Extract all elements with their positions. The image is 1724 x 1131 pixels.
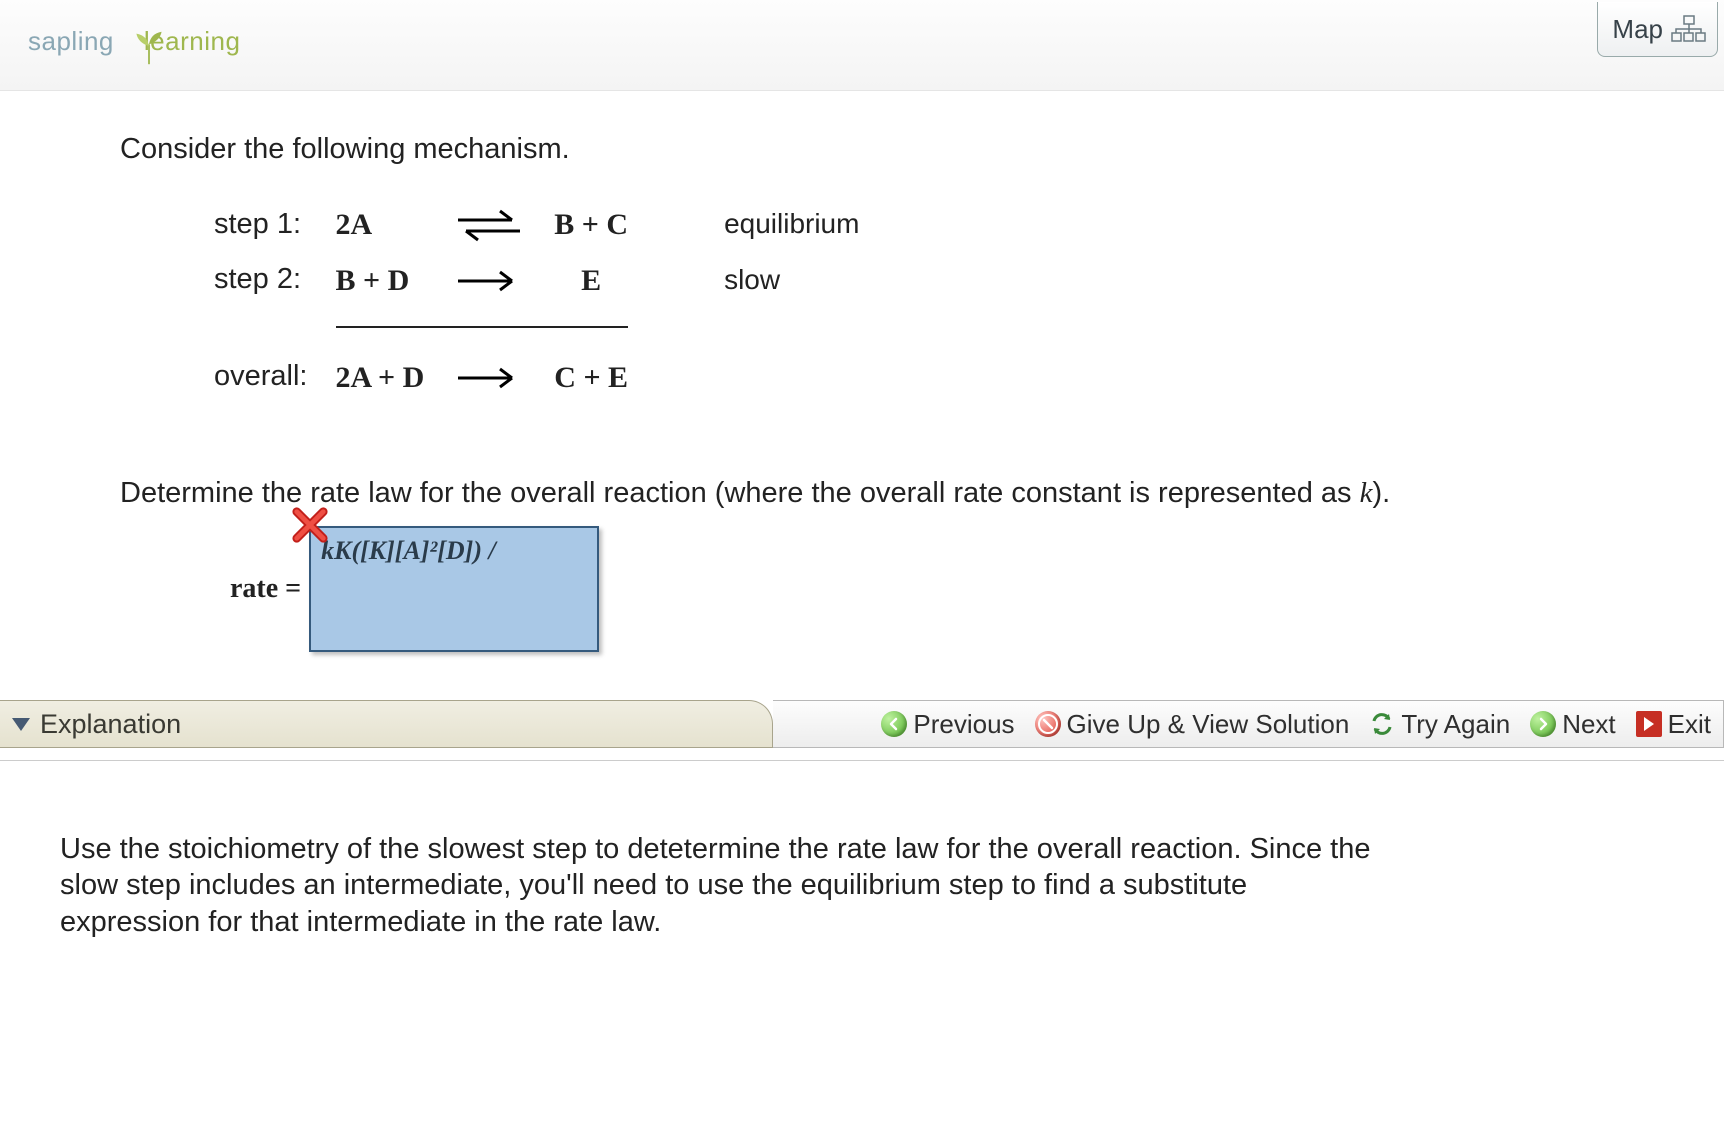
problem-area: Consider the following mechanism. step 1… <box>0 91 1724 652</box>
answer-input[interactable]: kK([K][A]²[D]) / <box>309 526 599 652</box>
step-1-row: step 1: 2A B + C equilibrium <box>200 197 873 253</box>
previous-button[interactable]: Previous <box>881 709 1014 740</box>
step1-note: equilibrium <box>710 197 873 253</box>
exit-icon <box>1636 711 1662 737</box>
mechanism-table: step 1: 2A B + C equilibrium step 2: B +… <box>200 197 873 405</box>
refresh-icon <box>1369 711 1395 737</box>
k-symbol: k <box>1360 477 1373 509</box>
map-label: Map <box>1612 14 1663 45</box>
incorrect-x-icon <box>291 506 329 544</box>
step2-rhs: E <box>540 253 642 308</box>
step1-rhs: B + C <box>540 197 642 253</box>
map-button[interactable]: Map <box>1597 2 1718 57</box>
header: sapling learning Map <box>0 0 1724 91</box>
forward-arrow-icon <box>452 363 526 393</box>
answer-content: kK([K][A]²[D]) / <box>321 534 496 568</box>
plant-icon <box>131 30 167 66</box>
overall-row: overall: 2A + D C + E <box>200 350 873 405</box>
forward-arrow-icon <box>452 266 526 296</box>
previous-label: Previous <box>913 709 1014 740</box>
try-again-button[interactable]: Try Again <box>1369 709 1510 740</box>
triangle-down-icon <box>12 718 30 731</box>
cancel-icon <box>1035 711 1061 737</box>
give-up-button[interactable]: Give Up & View Solution <box>1035 709 1350 740</box>
overall-lhs: 2A + D <box>322 350 439 405</box>
brand-logo: sapling learning <box>28 26 240 57</box>
rate-equals-label: rate = <box>230 571 301 607</box>
step1-label: step 1: <box>200 197 322 253</box>
exit-label: Exit <box>1668 709 1711 740</box>
explanation-toggle[interactable]: Explanation <box>0 700 773 748</box>
arrow-right-icon <box>1530 711 1556 737</box>
intro-text: Consider the following mechanism. <box>120 131 1604 169</box>
logo-text-a: sapling <box>28 26 114 57</box>
overall-rhs: C + E <box>540 350 642 405</box>
equilibrium-arrow-icon <box>452 205 526 245</box>
explanation-text: Use the stoichiometry of the slowest ste… <box>60 831 1380 940</box>
nav-strip: Previous Give Up & View Solution Try Aga… <box>773 700 1724 748</box>
overall-label: overall: <box>200 350 322 405</box>
step1-lhs: 2A <box>322 197 439 253</box>
question-text-b: ). <box>1372 477 1390 509</box>
arrow-left-icon <box>881 711 907 737</box>
question-text-a: Determine the rate law for the overall r… <box>120 477 1360 509</box>
explanation-label: Explanation <box>40 709 181 740</box>
step2-label: step 2: <box>200 253 322 308</box>
exit-button[interactable]: Exit <box>1636 709 1711 740</box>
footer-bar: Explanation Previous Give Up & View Solu… <box>0 700 1724 748</box>
sitemap-icon <box>1671 15 1707 43</box>
give-up-label: Give Up & View Solution <box>1067 709 1350 740</box>
next-button[interactable]: Next <box>1530 709 1615 740</box>
step2-lhs: B + D <box>322 253 439 308</box>
next-label: Next <box>1562 709 1615 740</box>
step2-note: slow <box>710 253 873 308</box>
step-2-row: step 2: B + D E slow <box>200 253 873 308</box>
explanation-panel: Use the stoichiometry of the slowest ste… <box>0 760 1724 940</box>
try-again-label: Try Again <box>1401 709 1510 740</box>
rate-law-question: Determine the rate law for the overall r… <box>120 475 1604 513</box>
divider-line <box>336 326 629 328</box>
answer-row: rate = kK([K][A]²[D]) / <box>230 526 1604 652</box>
